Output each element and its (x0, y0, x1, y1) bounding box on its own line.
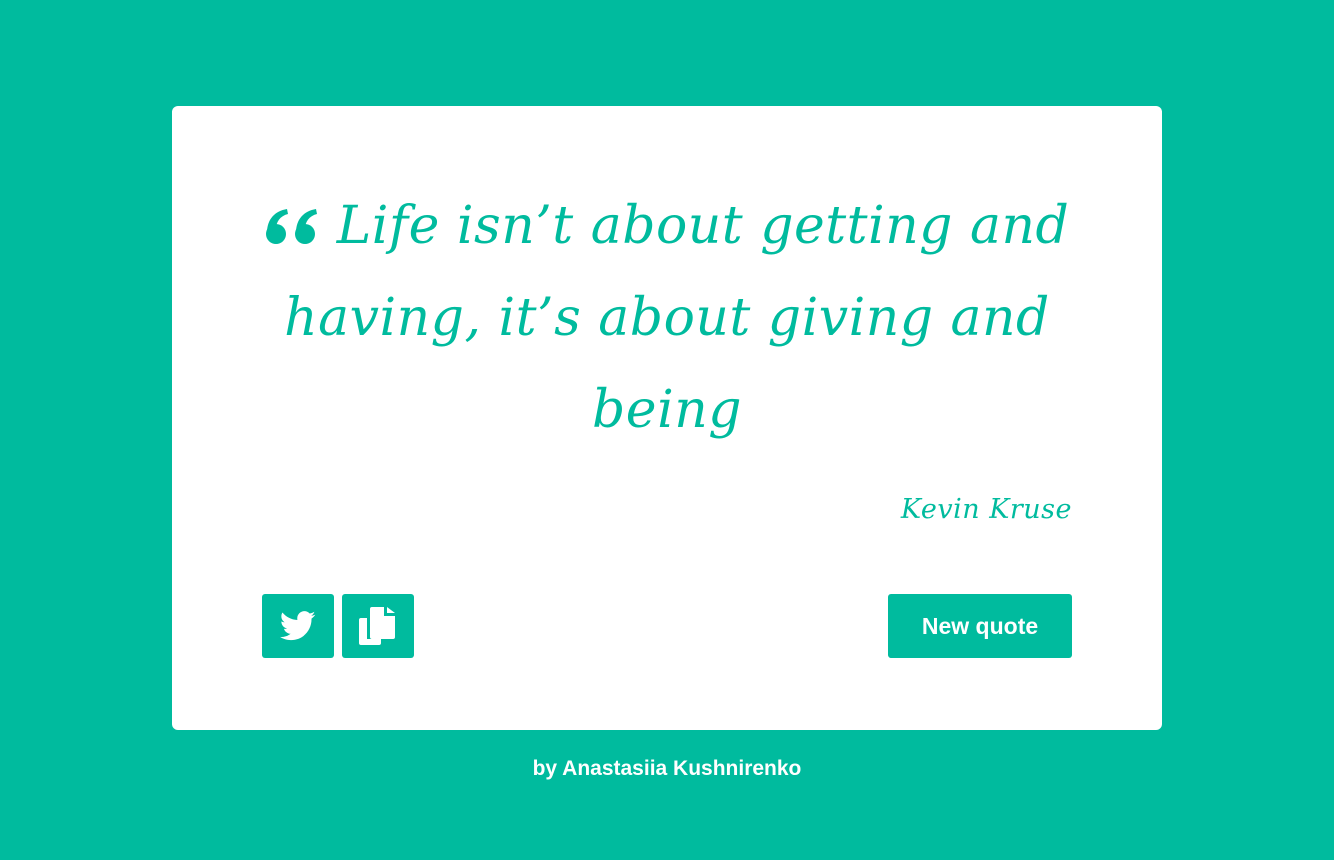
quote-left-icon (265, 209, 319, 245)
copy-icon (359, 607, 397, 645)
twitter-icon (280, 611, 316, 641)
quote-author: Kevin Kruse (900, 494, 1072, 525)
copy-button[interactable] (342, 594, 414, 658)
quote-block: Life isn’t about getting and having, it’… (262, 180, 1072, 456)
quote-card: Life isn’t about getting and having, it’… (172, 106, 1162, 730)
quote-text: Life isn’t about getting and having, it’… (284, 196, 1070, 440)
new-quote-button[interactable]: New quote (888, 594, 1072, 658)
footer-credit: by Anastasiia Kushnirenko (532, 757, 802, 780)
tweet-button[interactable] (262, 594, 334, 658)
